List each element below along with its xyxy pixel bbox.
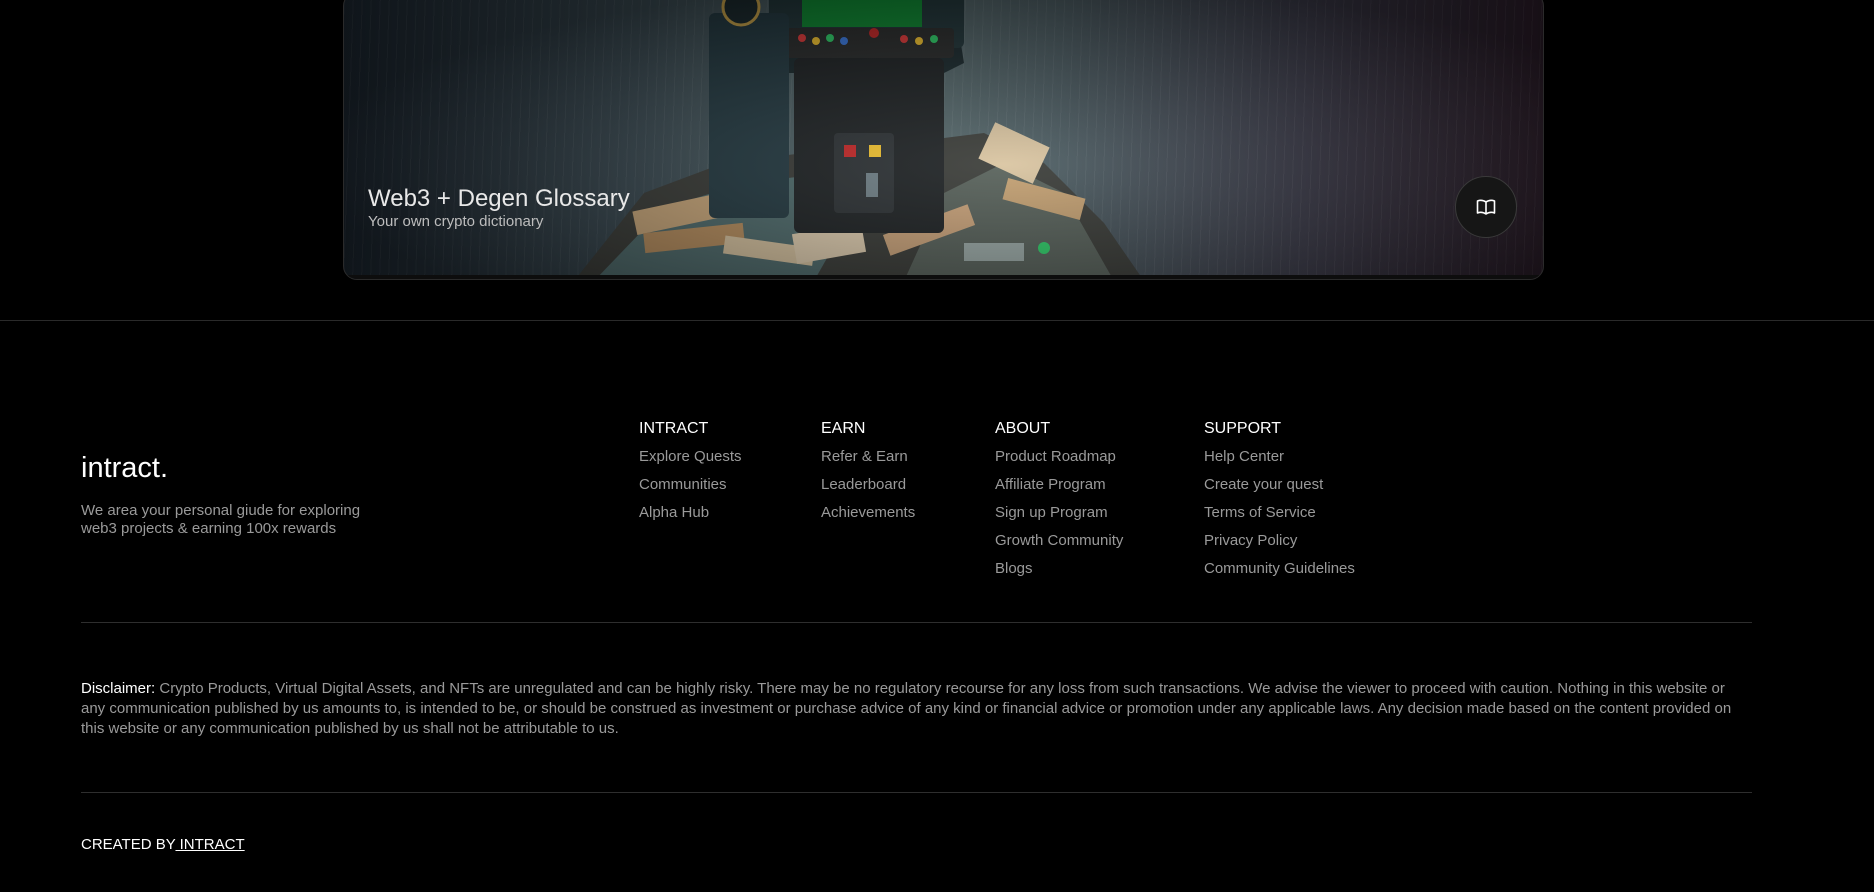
link-achievements[interactable]: Achievements	[821, 504, 915, 532]
created-by-prefix: CREATED BY	[81, 836, 176, 853]
link-communities[interactable]: Communities	[639, 476, 742, 504]
link-terms-of-service[interactable]: Terms of Service	[1204, 504, 1355, 532]
open-glossary-button[interactable]	[1455, 176, 1517, 238]
banner-subtitle: Your own crypto dictionary	[368, 213, 544, 230]
banner-title: Web3 + Degen Glossary	[368, 185, 630, 212]
link-sign-up-program[interactable]: Sign up Program	[995, 504, 1123, 532]
footer-column-about: ABOUT Product Roadmap Affiliate Program …	[995, 420, 1123, 588]
link-create-your-quest[interactable]: Create your quest	[1204, 476, 1355, 504]
brand-tagline: We area your personal giude for explorin…	[81, 502, 361, 537]
footer-divider	[81, 622, 1752, 623]
glossary-banner-card[interactable]: Web3 + Degen Glossary Your own crypto di…	[343, 0, 1544, 280]
disclaimer-text: Crypto Products, Virtual Digital Assets,…	[81, 680, 1732, 737]
link-community-guidelines[interactable]: Community Guidelines	[1204, 560, 1355, 588]
link-refer-earn[interactable]: Refer & Earn	[821, 448, 915, 476]
footer-column-support: SUPPORT Help Center Create your quest Te…	[1204, 420, 1355, 588]
column-heading: ABOUT	[995, 420, 1051, 437]
column-heading: SUPPORT	[1204, 420, 1282, 437]
link-explore-quests[interactable]: Explore Quests	[639, 448, 742, 476]
link-affiliate-program[interactable]: Affiliate Program	[995, 476, 1123, 504]
link-product-roadmap[interactable]: Product Roadmap	[995, 448, 1123, 476]
footer-column-intract: INTRACT Explore Quests Communities Alpha…	[639, 420, 742, 532]
section-divider	[0, 320, 1874, 321]
link-alpha-hub[interactable]: Alpha Hub	[639, 504, 742, 532]
column-heading: EARN	[821, 420, 866, 437]
disclaimer: Disclaimer: Crypto Products, Virtual Dig…	[81, 679, 1752, 739]
disclaimer-label: Disclaimer:	[81, 680, 156, 697]
link-growth-community[interactable]: Growth Community	[995, 532, 1123, 560]
link-leaderboard[interactable]: Leaderboard	[821, 476, 915, 504]
link-blogs[interactable]: Blogs	[995, 560, 1123, 588]
link-privacy-policy[interactable]: Privacy Policy	[1204, 532, 1355, 560]
column-heading: INTRACT	[639, 420, 709, 437]
brand-logo[interactable]: intract.	[81, 452, 168, 485]
banner-bottom-edge	[344, 275, 1543, 279]
footer-column-earn: EARN Refer & Earn Leaderboard Achievemen…	[821, 420, 915, 532]
book-icon	[1476, 199, 1496, 215]
created-by: CREATED BY INTRACT	[81, 836, 245, 853]
vignette-overlay	[344, 0, 1543, 279]
created-by-link[interactable]: INTRACT	[175, 836, 245, 853]
link-help-center[interactable]: Help Center	[1204, 448, 1355, 476]
footer-divider	[81, 792, 1752, 793]
